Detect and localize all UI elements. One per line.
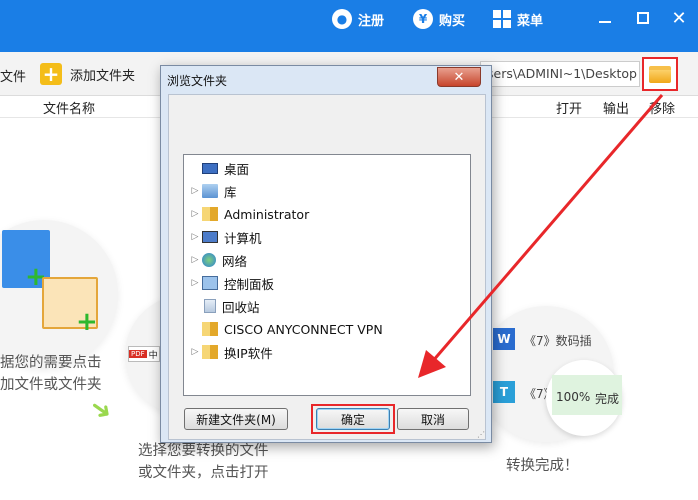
step1-text-line2: 加文件或文件夹 bbox=[0, 377, 102, 393]
close-icon: ✕ bbox=[671, 7, 687, 29]
expand-arrow-icon[interactable]: ▷ bbox=[190, 255, 200, 265]
add-folder-label: 添加文件夹 bbox=[70, 68, 136, 84]
maximize-button[interactable] bbox=[630, 6, 656, 30]
dialog-close-button[interactable]: ✕ bbox=[437, 67, 481, 87]
tree-item-label: 库 bbox=[224, 184, 237, 200]
output-action[interactable]: 输出 bbox=[603, 98, 629, 117]
cancel-button[interactable]: 取消 bbox=[397, 408, 469, 430]
yen-icon: ¥ bbox=[413, 9, 433, 29]
open-action[interactable]: 打开 bbox=[556, 98, 582, 117]
step2-text-line2: 或文件夹，点击打开 bbox=[138, 465, 269, 481]
register-label: 注册 bbox=[358, 13, 385, 29]
resize-grip-icon[interactable]: ⋰ bbox=[477, 430, 487, 440]
new-folder-button[interactable]: 新建文件夹(M) bbox=[184, 408, 288, 430]
expand-arrow-icon[interactable]: ▷ bbox=[190, 278, 200, 288]
step3-text: 转换完成！ bbox=[506, 458, 579, 474]
expand-arrow-icon[interactable]: ▷ bbox=[190, 209, 200, 219]
grid-icon bbox=[493, 10, 511, 28]
recycle-bin-icon bbox=[204, 299, 216, 313]
minimize-icon bbox=[599, 21, 611, 23]
tree-item-label: 控制面板 bbox=[224, 276, 275, 292]
column-file-name: 文件名称 bbox=[43, 102, 96, 117]
desktop-icon bbox=[202, 162, 218, 174]
step1-text-line1: 据您的需要点击 bbox=[0, 355, 102, 371]
expand-arrow-icon[interactable]: ▷ bbox=[190, 232, 200, 242]
ok-button[interactable]: 确定 bbox=[316, 408, 390, 430]
progress-status: 完成 bbox=[595, 392, 620, 406]
tree-item-administrator[interactable]: ▷ Administrator bbox=[190, 203, 310, 225]
tree-item-control-panel[interactable]: ▷ 控制面板 bbox=[190, 272, 274, 294]
tree-item-library[interactable]: ▷ 库 bbox=[190, 180, 237, 202]
dialog-title: 浏览文件夹 bbox=[167, 74, 228, 88]
pdf-chip: PDF 中 bbox=[128, 346, 160, 362]
tree-item-label: 回收站 bbox=[222, 299, 260, 315]
tree-item-label: 网络 bbox=[222, 253, 248, 269]
expand-arrow-icon[interactable]: ▷ bbox=[190, 186, 200, 196]
tree-item-label: 桌面 bbox=[224, 158, 250, 178]
step2-text-line1: 选择您要转换的文件 bbox=[138, 443, 269, 459]
tree-item-label: 换IP软件 bbox=[224, 345, 273, 361]
library-icon bbox=[202, 184, 218, 198]
minimize-button[interactable] bbox=[592, 6, 618, 30]
folder-icon bbox=[202, 322, 218, 336]
browse-folder-dialog: 浏览文件夹 ✕ 桌面 ▷ 库 ▷ Administrator ▷ 计算机 ▷ 网… bbox=[160, 65, 492, 443]
folder-icon bbox=[202, 345, 218, 359]
word-icon: W bbox=[493, 328, 515, 350]
folder-tree[interactable]: 桌面 ▷ 库 ▷ Administrator ▷ 计算机 ▷ 网络 ▷ 控制面板 bbox=[183, 154, 471, 396]
tree-item-label: CISCO ANYCONNECT VPN bbox=[224, 321, 383, 337]
pdf-icon: PDF bbox=[129, 350, 147, 358]
converted-item-1: 《7》数码插 bbox=[524, 334, 592, 348]
control-panel-icon bbox=[202, 276, 218, 290]
tree-item-cisco-vpn[interactable]: CISCO ANYCONNECT VPN bbox=[190, 318, 383, 340]
tree-item-label: Administrator bbox=[224, 206, 310, 222]
pdf-chip-label: 中 bbox=[148, 350, 158, 361]
user-folder-icon bbox=[202, 207, 218, 221]
tree-item-network[interactable]: ▷ 网络 bbox=[190, 249, 247, 271]
step-arrow-icon: ➜ bbox=[83, 391, 119, 429]
maximize-icon bbox=[637, 12, 649, 24]
add-file-partial-label[interactable]: 文件 bbox=[0, 66, 26, 85]
tree-item-desktop[interactable]: 桌面 bbox=[190, 157, 250, 179]
output-path-input[interactable]: sers\ADMINI~1\Desktop bbox=[480, 61, 640, 87]
text-file-icon: T bbox=[493, 381, 515, 403]
remove-action[interactable]: 移除 bbox=[649, 98, 675, 117]
purchase-button[interactable]: ¥ 购买 bbox=[413, 6, 465, 32]
user-icon: ● bbox=[332, 9, 352, 29]
menu-label: 菜单 bbox=[517, 13, 544, 29]
close-icon: ✕ bbox=[453, 69, 465, 85]
tree-item-label: 计算机 bbox=[224, 230, 262, 246]
tree-item-computer[interactable]: ▷ 计算机 bbox=[190, 226, 262, 248]
folder-icon bbox=[649, 65, 671, 83]
browse-folder-button[interactable] bbox=[642, 57, 678, 91]
network-icon bbox=[202, 253, 216, 267]
add-folder-plus-icon: + bbox=[76, 307, 98, 337]
tree-item-ip-software[interactable]: ▷ 换IP软件 bbox=[190, 341, 273, 363]
close-button[interactable]: ✕ bbox=[666, 6, 692, 30]
tree-item-recycle-bin[interactable]: 回收站 bbox=[190, 295, 260, 317]
menu-button[interactable]: 菜单 bbox=[493, 6, 543, 32]
expand-arrow-icon[interactable]: ▷ bbox=[190, 347, 200, 357]
computer-icon bbox=[202, 231, 218, 243]
progress-percent: 100% bbox=[556, 390, 591, 404]
add-folder-button[interactable]: + 添加文件夹 bbox=[40, 62, 136, 86]
purchase-label: 购买 bbox=[439, 13, 466, 29]
plus-icon: + bbox=[40, 62, 62, 86]
register-button[interactable]: ● 注册 bbox=[332, 6, 384, 32]
